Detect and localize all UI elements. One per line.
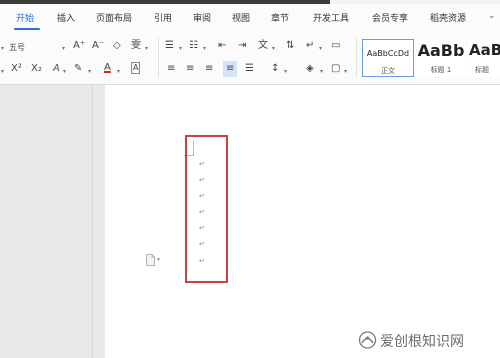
tab-home[interactable]: 开始 [16, 11, 34, 24]
highlight-color-button[interactable]: ✎ [74, 63, 82, 75]
shrink-font-button[interactable]: A⁻ [92, 40, 104, 52]
font-color-button[interactable]: A [104, 62, 111, 74]
chevron-down-icon[interactable]: ⌄ [488, 11, 496, 21]
show-marks-button[interactable]: ↵ [306, 40, 314, 52]
highlight-dropdown-icon[interactable]: ▾ [88, 66, 91, 78]
borders-button[interactable]: ▭ [331, 40, 340, 52]
phonetic-dropdown-icon[interactable]: ▾ [145, 43, 148, 55]
tab-insert[interactable]: 插入 [57, 11, 75, 24]
tab-member[interactable]: 会员专享 [372, 11, 408, 24]
font-size-field[interactable]: 五号 [9, 42, 25, 54]
style-heading[interactable]: AaB 标题 [467, 39, 500, 77]
increase-indent-button[interactable]: ⇥ [238, 40, 246, 52]
subscript-button[interactable]: X₂ [31, 63, 42, 75]
tab-view[interactable]: 视图 [232, 11, 250, 24]
chinese-layout-button[interactable]: 文 [258, 40, 268, 52]
active-tab-indicator [14, 28, 40, 30]
numbering-button[interactable]: ☷ [189, 40, 198, 52]
bullets-button[interactable]: ☰ [165, 40, 174, 52]
annotation-highlight-box [185, 135, 228, 283]
distribute-button[interactable]: ☰ [245, 63, 254, 75]
font-color-dropdown-icon[interactable]: ▾ [117, 66, 120, 78]
document-icon[interactable] [146, 254, 155, 266]
tab-developer[interactable]: 开发工具 [313, 11, 349, 24]
style-sample-normal: AaBbCcDd [366, 49, 410, 58]
paragraph-border-dropdown-icon[interactable]: ▾ [344, 66, 347, 78]
text-effect-dropdown-icon[interactable]: ▾ [63, 66, 66, 78]
tab-review[interactable]: 审阅 [193, 11, 211, 24]
grow-font-button[interactable]: A⁺ [73, 40, 85, 52]
underline-dropdown-icon[interactable]: ▾ [1, 66, 4, 78]
ribbon-toolbar: ▾ 五号 ▾ A⁺ A⁻ ◇ 雯 ▾ ▾ X² X₂ A ▾ ✎ ▾ A ▾ A… [0, 34, 500, 85]
character-border-button[interactable]: A [131, 62, 141, 74]
navigation-pane [0, 85, 93, 358]
phonetic-guide-button[interactable]: 雯 [131, 40, 141, 52]
text-effect-button[interactable]: A [53, 63, 60, 75]
chinese-layout-dropdown-icon[interactable]: ▾ [272, 43, 275, 55]
style-sample-heading-1: AaBb [417, 41, 465, 60]
style-name-normal: 正文 [381, 67, 395, 75]
tab-references[interactable]: 引用 [154, 11, 172, 24]
document-page[interactable] [105, 85, 500, 358]
style-name-heading-1: 标题 1 [430, 66, 452, 74]
style-sample-heading: AaB [469, 41, 500, 59]
font-name-dropdown-icon[interactable]: ▾ [1, 43, 4, 55]
shading-dropdown-icon[interactable]: ▾ [320, 66, 323, 78]
tab-resources[interactable]: 稻壳资源 [430, 11, 466, 24]
tab-page-layout[interactable]: 页面布局 [96, 11, 132, 24]
shading-button[interactable]: ◈ [306, 63, 314, 75]
justify-button[interactable]: ≡ [223, 61, 238, 77]
style-heading-1[interactable]: AaBb 标题 1 [416, 39, 466, 77]
line-spacing-button[interactable]: ↕ [271, 63, 279, 75]
ribbon-tab-bar: 开始 插入 页面布局 引用 审阅 视图 章节 开发工具 会员专享 稻壳资源 ⌄ [0, 4, 500, 34]
watermark-logo-icon [358, 331, 377, 349]
superscript-button[interactable]: X² [11, 63, 22, 75]
numbering-dropdown-icon[interactable]: ▾ [203, 43, 206, 55]
watermark-text: 爱创根知识网 [380, 334, 464, 350]
clear-format-icon[interactable]: ◇ [113, 40, 121, 52]
align-center-button[interactable]: ≡ [186, 63, 194, 75]
font-size-dropdown-icon[interactable]: ▾ [62, 43, 65, 55]
line-spacing-dropdown-icon[interactable]: ▾ [284, 66, 287, 78]
group-divider [158, 38, 159, 78]
tab-section[interactable]: 章节 [271, 11, 289, 24]
show-marks-dropdown-icon[interactable]: ▾ [319, 43, 322, 55]
bullets-dropdown-icon[interactable]: ▾ [179, 43, 182, 55]
group-divider [356, 38, 357, 78]
style-normal[interactable]: AaBbCcDd 正文 [362, 39, 414, 77]
align-left-button[interactable]: ≡ [167, 63, 175, 75]
chevron-down-icon[interactable]: ▾ [157, 256, 160, 263]
sort-button[interactable]: ⇅ [286, 40, 294, 52]
align-right-button[interactable]: ≡ [205, 63, 213, 75]
paragraph-border-button[interactable]: ▢ [331, 63, 340, 75]
decrease-indent-button[interactable]: ⇤ [218, 40, 226, 52]
style-name-heading: 标题 [475, 66, 489, 74]
